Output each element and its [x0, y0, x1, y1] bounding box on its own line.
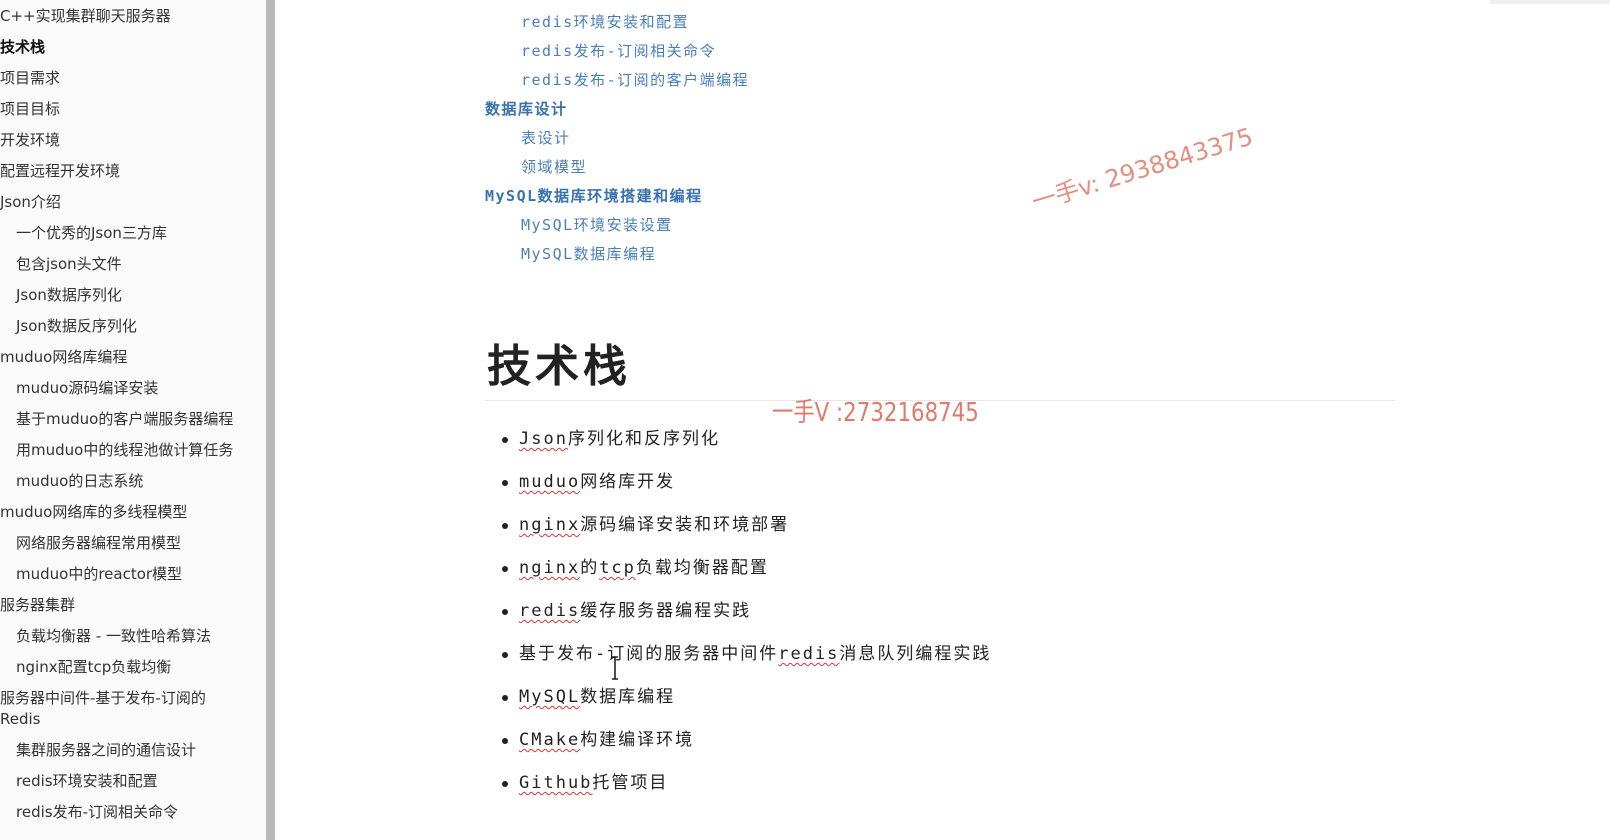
- toc-link[interactable]: 表设计: [485, 124, 749, 153]
- sidebar-item[interactable]: muduo中的reactor模型: [0, 564, 266, 585]
- sidebar-scrollbar[interactable]: [266, 0, 275, 840]
- toc-link[interactable]: redis发布-订阅的客户端编程: [485, 66, 749, 95]
- tech-item-term: MySQL: [519, 687, 581, 707]
- sidebar-item[interactable]: redis发布-订阅相关命令: [0, 802, 266, 823]
- tech-stack-item: nginx源码编译安装和环境部署: [497, 504, 991, 547]
- tech-item-term: tcp: [599, 558, 636, 578]
- tech-item-suffix: 网络库开发: [580, 472, 676, 492]
- sidebar-item[interactable]: 配置远程开发环境: [0, 161, 266, 182]
- sidebar-item[interactable]: 包含json头文件: [0, 254, 266, 275]
- sidebar-item[interactable]: redis环境安装和配置: [0, 771, 266, 792]
- sidebar-item[interactable]: 项目需求: [0, 68, 266, 89]
- toc-link[interactable]: redis环境安装和配置: [485, 8, 749, 37]
- sidebar-item[interactable]: muduo源码编译安装: [0, 378, 266, 399]
- window-edge: [1490, 0, 1610, 4]
- sidebar-outline: C++实现集群聊天服务器 技术栈项目需求项目目标开发环境配置远程开发环境 Json介…: [0, 0, 266, 840]
- tech-item-term: CMake: [519, 730, 581, 750]
- tech-item-suffix: 构建编译环境: [580, 730, 695, 750]
- toc-link[interactable]: 领域模型: [485, 153, 749, 182]
- tech-item-suffix: 序列化和反序列化: [567, 429, 720, 449]
- toc-link[interactable]: 数据库设计: [485, 95, 749, 124]
- tech-item-suffix: 缓存服务器编程实践: [580, 601, 752, 621]
- tech-stack-item: Github托管项目: [497, 762, 991, 805]
- tech-item-suffix: 负载均衡器配置: [635, 558, 769, 578]
- sidebar-item[interactable]: muduo网络库编程: [0, 347, 266, 368]
- tech-item-term: Json: [519, 429, 568, 449]
- sidebar-item[interactable]: muduo的日志系统: [0, 471, 266, 492]
- toc-cut-row: [485, 0, 749, 8]
- sidebar-item[interactable]: 技术栈: [0, 37, 266, 58]
- tech-item-term: redis: [778, 644, 840, 664]
- sidebar-item[interactable]: 项目目标: [0, 99, 266, 120]
- tech-stack-list: Json序列化和反序列化 muduo网络库开发 nginx源码编译安装和环境部署 ng…: [497, 418, 991, 805]
- tech-item-term: nginx: [519, 558, 581, 578]
- sidebar-item[interactable]: 服务器中间件-基于发布-订阅的Redis: [0, 688, 240, 730]
- sidebar-item[interactable]: muduo网络库的多线程模型: [0, 502, 266, 523]
- sidebar-item[interactable]: Json数据序列化: [0, 285, 266, 306]
- toc-link[interactable]: MySQL数据库环境搭建和编程: [485, 182, 749, 211]
- section-title: 技术栈: [487, 341, 631, 392]
- tech-item-suffix: 托管项目: [592, 773, 669, 793]
- watermark-rotated: 一手v: 2938843375: [1028, 122, 1257, 217]
- sidebar-item[interactable]: 一个优秀的Json三方库: [0, 223, 266, 244]
- sidebar-item[interactable]: 网络服务器编程常用模型: [0, 533, 266, 554]
- toc-link[interactable]: redis发布-订阅相关命令: [485, 37, 749, 66]
- sidebar-item[interactable]: 基于muduo的客户端服务器编程: [0, 409, 266, 430]
- tech-item-term: Github: [519, 773, 593, 793]
- tech-item-suffix: 数据库编程: [580, 687, 676, 707]
- tech-stack-item: MySQL数据库编程: [497, 676, 991, 719]
- tech-item-suffix: 消息队列编程实践: [839, 644, 992, 664]
- inline-toc: redis环境安装和配置 redis发布-订阅相关命令 redis发布-订阅的客户端…: [485, 0, 749, 269]
- watermark-handwritten: 一手V :2732168745: [772, 398, 979, 428]
- tech-item-suffix: 源码编译安装和环境部署: [580, 515, 790, 535]
- tech-item-prefix: 基于发布-订阅的服务器中间件: [519, 644, 779, 664]
- sidebar-item[interactable]: 负载均衡器 - 一致性哈希算法: [0, 626, 266, 647]
- tech-item-term: nginx: [519, 515, 581, 535]
- sidebar-item[interactable]: nginx配置tcp负载均衡: [0, 657, 266, 678]
- tech-item-term: redis: [519, 601, 581, 621]
- tech-stack-item: CMake构建编译环境: [497, 719, 991, 762]
- tech-stack-item: nginx的tcp负载均衡器配置: [497, 547, 991, 590]
- toc-link[interactable]: MySQL环境安装设置: [485, 211, 749, 240]
- toc-link[interactable]: MySQL数据库编程: [485, 240, 749, 269]
- tech-stack-item: redis缓存服务器编程实践: [497, 590, 991, 633]
- sidebar-item[interactable]: Json数据反序列化: [0, 316, 266, 337]
- sidebar-item[interactable]: 用muduo中的线程池做计算任务: [0, 440, 266, 461]
- sidebar-item[interactable]: C++实现集群聊天服务器: [0, 6, 266, 27]
- sidebar-item[interactable]: 服务器集群: [0, 595, 266, 616]
- sidebar-item[interactable]: 开发环境: [0, 130, 266, 151]
- tech-stack-item: 基于发布-订阅的服务器中间件redis消息队列编程实践: [497, 633, 991, 676]
- ibeam-cursor-icon: [612, 656, 618, 680]
- tech-stack-item: muduo网络库开发: [497, 461, 991, 504]
- tech-item-term: muduo: [519, 472, 581, 492]
- sidebar-item[interactable]: 集群服务器之间的通信设计: [0, 740, 266, 761]
- tech-item-suffix: 的: [580, 558, 600, 578]
- sidebar-item[interactable]: Json介绍: [0, 192, 266, 213]
- document-main: redis环境安装和配置 redis发布-订阅相关命令 redis发布-订阅的客户端…: [275, 0, 1610, 840]
